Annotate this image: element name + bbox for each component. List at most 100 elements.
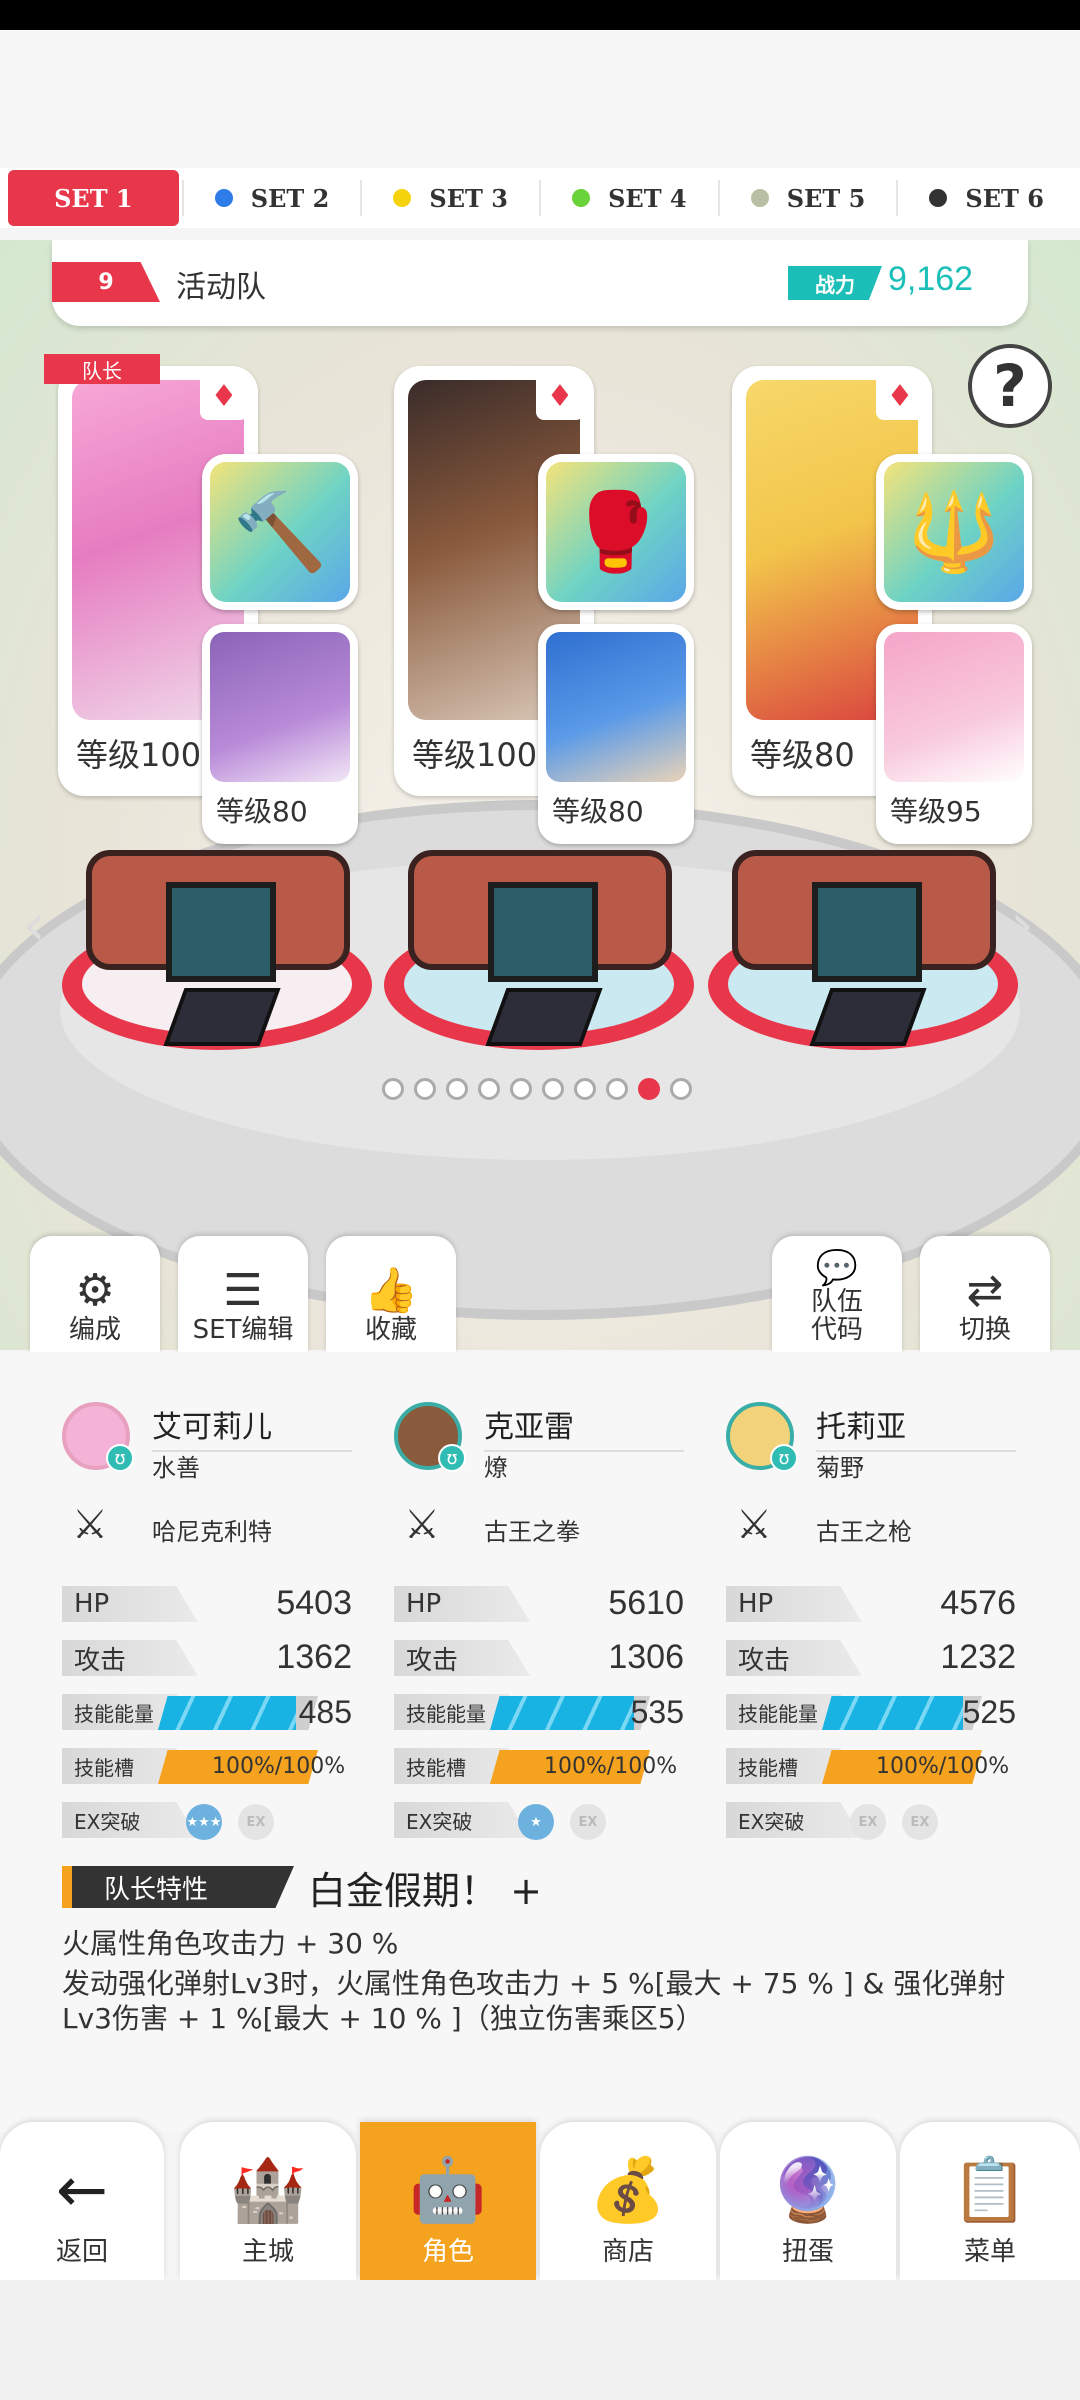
leader-trait-name[interactable]: 白金假期！ +: [308, 1860, 542, 1915]
character-name: 托莉亚: [816, 1402, 1016, 1452]
city-icon: 🏰: [229, 2153, 307, 2226]
tab-set-2[interactable]: SET 2: [181, 170, 358, 226]
stat-label: 攻击: [62, 1640, 198, 1676]
stat-value: 525: [962, 1694, 1016, 1730]
team-code-button[interactable]: 💬 队伍 代码: [772, 1236, 902, 1354]
tab-set-3[interactable]: SET 3: [360, 170, 536, 226]
team-scene: 9 活动队 战力 9,162 ? 等级100 队长 ♦ 🔨 等级80 等级100…: [0, 240, 1080, 1350]
nav-back[interactable]: ← 返回: [0, 2122, 164, 2280]
character-attribute: 水善: [152, 1454, 200, 1482]
team-name[interactable]: 活动队: [176, 262, 266, 306]
ex-badge-icon: EX: [238, 1804, 274, 1840]
skill-slot-stat: 技能槽 100%/100%: [726, 1746, 1016, 1786]
ex-break-stat: EX突破 ★★★ EX: [62, 1800, 352, 1840]
tab-set-1[interactable]: SET 1: [8, 170, 179, 226]
weapon-icon: ⚔: [736, 1502, 772, 1548]
stat-value: 535: [630, 1694, 684, 1730]
stat-value: 5403: [276, 1584, 352, 1622]
power-label: 战力: [788, 266, 882, 300]
carousel-dot-active[interactable]: [638, 1078, 660, 1100]
nav-menu[interactable]: 📋 菜单: [900, 2122, 1080, 2280]
nav-label: 商店: [601, 2237, 654, 2267]
set-edit-button[interactable]: ☰ SET编辑: [178, 1236, 308, 1354]
stat-label: EX突破: [726, 1802, 862, 1838]
set-color-dot: [929, 189, 948, 207]
carousel-dot[interactable]: [574, 1078, 596, 1100]
weapon-card-1[interactable]: 🔨: [202, 454, 358, 610]
stat-value: 100%/100%: [544, 1754, 678, 1779]
button-label: 收藏: [364, 1314, 417, 1345]
carousel-dot[interactable]: [670, 1078, 692, 1100]
nav-gacha[interactable]: 🔮 扭蛋: [720, 2122, 896, 2280]
sub-character-portrait: [884, 632, 1024, 782]
stat-label: EX突破: [394, 1802, 530, 1838]
carousel-dot[interactable]: [606, 1078, 628, 1100]
nav-city[interactable]: 🏰 主城: [180, 2122, 356, 2280]
character-attribute: 菊野: [816, 1454, 864, 1482]
team-header: 9 活动队 战力 9,162: [52, 240, 1028, 326]
skill-energy-bar: [158, 1696, 318, 1730]
ex-break-stat: EX突破 ★ EX: [394, 1800, 684, 1840]
back-arrow-icon: ←: [56, 2153, 108, 2226]
stat-label: HP: [394, 1586, 530, 1622]
skill-energy-bar: [822, 1696, 982, 1730]
stat-value: 1232: [940, 1638, 1016, 1676]
leader-trait-effect-2: 发动强化弹射Lv3时，火属性角色攻击力 + 5 %[最大 + 75 % ] & …: [62, 1967, 1006, 2035]
carousel-dot[interactable]: [414, 1078, 436, 1100]
stat-label: 攻击: [394, 1640, 530, 1676]
bottom-nav: ← 返回 🏰 主城 🤖 角色 💰 商店 🔮 扭蛋 📋 菜单: [0, 2122, 1080, 2282]
shop-icon: 💰: [589, 2153, 667, 2226]
help-button[interactable]: ?: [968, 344, 1052, 428]
avatar[interactable]: ʊ: [394, 1402, 466, 1472]
weapon-card-3[interactable]: 🔱: [876, 454, 1032, 610]
thumbs-up-icon: 👍: [363, 1264, 419, 1316]
attack-stat: 攻击 1232: [726, 1638, 1016, 1678]
ex-badge-icon: ★★★: [186, 1804, 222, 1840]
leader-tag: 队长: [44, 354, 160, 384]
pixel-pedestal-3: [708, 810, 1018, 1050]
stat-value: 485: [298, 1694, 352, 1730]
weapon-name: 古王之拳: [484, 1518, 580, 1546]
element-badge-icon: ʊ: [770, 1444, 798, 1472]
hp-stat: HP 5403: [62, 1584, 352, 1624]
favorite-button[interactable]: 👍 收藏: [326, 1236, 456, 1354]
carousel-dot[interactable]: [510, 1078, 532, 1100]
stat-label: HP: [726, 1586, 862, 1622]
carousel-dot[interactable]: [542, 1078, 564, 1100]
set-color-dot: [393, 189, 412, 207]
leader-trait-tag: 队长特性: [62, 1866, 294, 1908]
switch-button[interactable]: ⇄ 切换: [920, 1236, 1050, 1354]
stat-value: 1362: [276, 1638, 352, 1676]
prev-arrow-icon[interactable]: ‹: [22, 890, 46, 960]
carousel-dot[interactable]: [478, 1078, 500, 1100]
skill-energy-stat: 技能能量 535: [394, 1692, 684, 1732]
element-badge-icon: ʊ: [438, 1444, 466, 1472]
weapon-icon: ⚔: [72, 1502, 108, 1548]
nav-character[interactable]: 🤖 角色: [360, 2122, 536, 2280]
power-value: 9,162: [888, 260, 974, 298]
diamond-suit-icon: ♦: [200, 372, 248, 420]
menu-icon: 📋: [951, 2153, 1029, 2226]
tab-set-4[interactable]: SET 4: [539, 170, 715, 226]
carousel-dot[interactable]: [382, 1078, 404, 1100]
carousel-dots: [382, 1078, 692, 1100]
next-arrow-icon[interactable]: ›: [1010, 890, 1034, 960]
ex-badge-icon: EX: [850, 1804, 886, 1840]
set-color-dot: [750, 189, 769, 207]
stat-value: 1306: [608, 1638, 684, 1676]
pixel-pedestal-2: [384, 810, 694, 1050]
nav-shop[interactable]: 💰 商店: [540, 2122, 716, 2280]
tab-set-5[interactable]: SET 5: [717, 170, 894, 226]
weapon-card-2[interactable]: 🥊: [538, 454, 694, 610]
tab-set-6[interactable]: SET 6: [896, 170, 1072, 226]
diamond-suit-icon: ♦: [536, 372, 584, 420]
ex-badge-icon: EX: [902, 1804, 938, 1840]
avatar[interactable]: ʊ: [62, 1402, 134, 1472]
ex-badge-icon: EX: [570, 1804, 606, 1840]
stat-value: 100%/100%: [876, 1754, 1010, 1779]
attack-stat: 攻击 1362: [62, 1638, 352, 1678]
formation-button[interactable]: ⚙ 编成: [30, 1236, 160, 1354]
avatar[interactable]: ʊ: [726, 1402, 798, 1472]
carousel-dot[interactable]: [446, 1078, 468, 1100]
ex-break-stat: EX突破 EX EX: [726, 1800, 1016, 1840]
